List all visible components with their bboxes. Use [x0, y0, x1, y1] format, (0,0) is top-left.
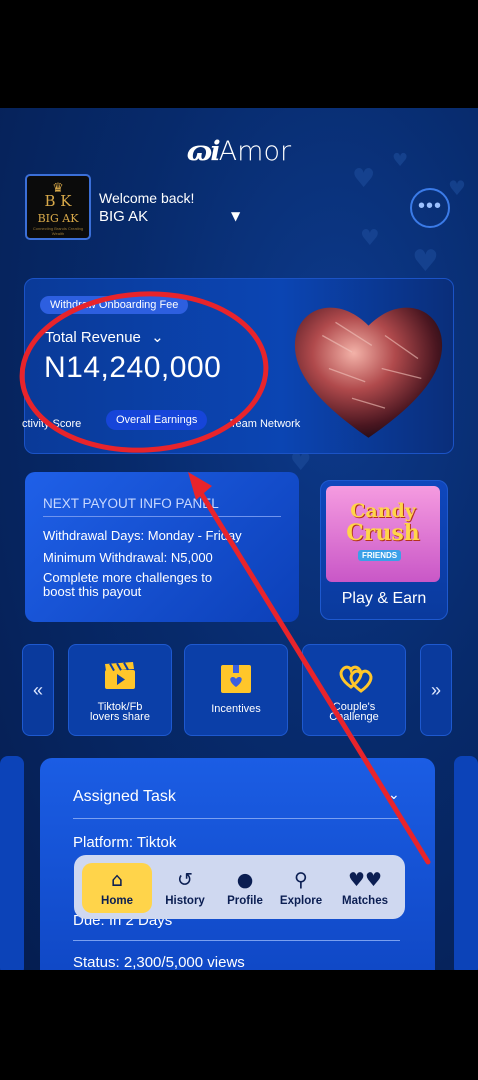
clapperboard-icon	[105, 662, 135, 689]
game-title-line1: Candy	[350, 500, 416, 522]
nav-matches[interactable]: ♥♥ Matches	[334, 855, 396, 919]
home-icon: ⌂	[110, 869, 124, 891]
total-revenue-label[interactable]: Total Revenue ⌄	[45, 328, 164, 346]
payout-note-line1: Complete more challenges to	[43, 570, 213, 585]
game-badge: FRIENDS	[358, 550, 402, 561]
nav-label: Matches	[341, 895, 389, 907]
scroll-left-button[interactable]: «	[22, 644, 54, 736]
screen-bottom-bezel	[0, 970, 478, 1080]
next-card-edge[interactable]	[454, 756, 478, 976]
divider	[73, 940, 400, 941]
decor-heart-icon: ♥	[412, 244, 439, 279]
welcome-text: Welcome back!	[99, 190, 195, 206]
nav-explore[interactable]: ⚲ Explore	[274, 855, 328, 919]
avatar-name: BIG AK	[37, 212, 79, 225]
assigned-task-title[interactable]: Assigned Task	[73, 788, 176, 806]
profile-icon: ●	[236, 869, 254, 891]
quick-action-label: Incentives	[211, 703, 261, 715]
payout-info-panel	[25, 472, 299, 622]
app-logo: ɷiAmor	[0, 136, 478, 167]
payout-note-line2: boost this payout	[43, 584, 142, 599]
tab-team-network[interactable]: Team Network	[230, 418, 300, 430]
avatar-monogram: B K	[44, 192, 72, 210]
scroll-right-button[interactable]: »	[420, 644, 452, 736]
explore-icon: ⚲	[294, 869, 308, 891]
nav-label: History	[165, 895, 205, 907]
play-and-earn-label[interactable]: Play & Earn	[320, 590, 448, 608]
task-status: Status: 2,300/5,000 views	[73, 954, 245, 971]
decor-heart-icon: ♥	[360, 226, 380, 251]
quick-action-incentives[interactable]	[184, 644, 288, 736]
nav-label: Home	[101, 895, 133, 907]
linked-hearts-icon	[339, 665, 373, 693]
nav-home[interactable]: ⌂ Home	[82, 855, 152, 919]
gift-box-icon	[221, 665, 251, 693]
history-icon: ↺	[177, 869, 193, 891]
total-revenue-text: Total Revenue	[45, 329, 141, 346]
logo-word: Amor	[218, 136, 292, 167]
nav-label: Explore	[279, 895, 323, 907]
menu-button[interactable]: •••	[410, 188, 450, 228]
heart-image	[294, 307, 443, 438]
payout-panel-title: NEXT PAYOUT INFO PANEL	[43, 496, 219, 511]
tab-overall-earnings[interactable]: Overall Earnings	[106, 410, 208, 430]
logo-mark: ɷi	[186, 136, 221, 167]
task-platform: Platform: Tiktok	[73, 834, 177, 851]
game-title-line2: Crush	[346, 520, 420, 546]
withdrawal-days: Withdrawal Days: Monday - Friday	[43, 528, 242, 543]
avatar-tagline: Connecting Brands Creating Wealth	[32, 226, 84, 236]
decor-heart-icon: ♥	[352, 164, 376, 194]
nav-history[interactable]: ↺ History	[158, 855, 212, 919]
chevron-down-icon[interactable]: ⌄	[388, 786, 400, 803]
total-revenue-amount: N14,240,000	[44, 351, 222, 384]
nav-profile[interactable]: ● Profile	[218, 855, 272, 919]
tab-activity-score[interactable]: ctivity Score	[22, 418, 81, 430]
prev-card-edge[interactable]	[0, 756, 24, 976]
divider	[73, 818, 400, 819]
chevron-down-icon: ⌄	[151, 329, 164, 346]
candy-crush-image[interactable]: Candy Crush FRIENDS	[326, 486, 440, 582]
quick-action-label-line2: lovers share	[90, 711, 150, 723]
matches-icon: ♥♥	[347, 869, 383, 891]
profile-dropdown-icon[interactable]: ▼	[231, 209, 240, 223]
minimum-withdrawal: Minimum Withdrawal: N5,000	[43, 550, 213, 565]
avatar[interactable]: ♛ B K BIG AK Connecting Brands Creating …	[25, 174, 91, 240]
withdraw-onboarding-fee-button[interactable]: Withdraw Onboarding Fee	[40, 296, 189, 314]
username: BIG AK	[99, 208, 149, 225]
decor-heart-icon: ♥	[448, 176, 466, 200]
quick-action-label-line2: Challenge	[329, 711, 379, 723]
divider	[43, 516, 281, 517]
nav-label: Profile	[227, 895, 263, 907]
